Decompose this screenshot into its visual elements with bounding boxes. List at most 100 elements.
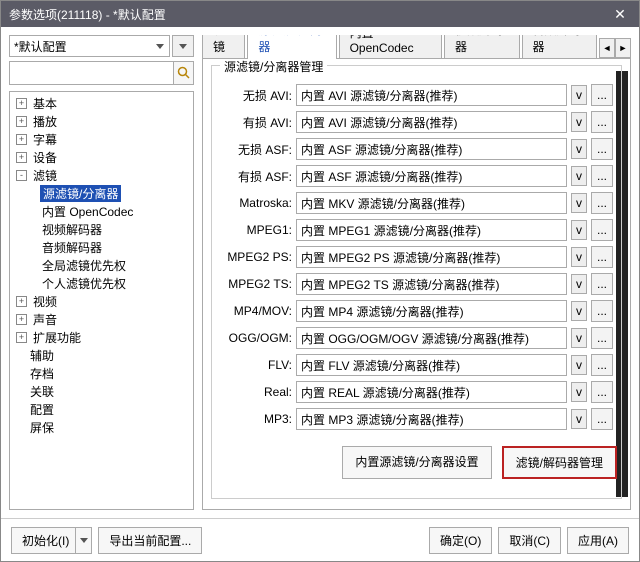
tree-item[interactable]: -滤镜 <box>10 166 193 184</box>
chevron-down-icon[interactable]: v <box>571 166 587 186</box>
tree-item-label: 全局滤镜优先权 <box>40 257 128 274</box>
config-select[interactable]: *默认配置 <box>9 35 170 57</box>
filter-select[interactable]: 内置 MP4 源滤镜/分离器(推荐) <box>296 300 567 322</box>
expand-icon[interactable]: + <box>16 98 27 109</box>
chevron-down-icon[interactable]: v <box>571 328 587 348</box>
filter-decoder-mgmt-button[interactable]: 滤镜/解码器管理 <box>502 446 617 479</box>
more-button[interactable]: ... <box>591 300 613 322</box>
more-button[interactable]: ... <box>591 273 613 295</box>
tree-item[interactable]: 内置 OpenCodec <box>10 202 193 220</box>
tree-item[interactable]: +设备 <box>10 148 193 166</box>
more-button[interactable]: ... <box>591 84 613 106</box>
export-button[interactable]: 导出当前配置... <box>98 527 202 554</box>
tree-item[interactable]: 辅助 <box>10 346 193 364</box>
config-menu-button[interactable] <box>172 35 194 57</box>
tree-item[interactable]: 个人滤镜优先权 <box>10 274 193 292</box>
expand-icon[interactable]: + <box>16 116 27 127</box>
filter-select-value: 内置 MPEG2 PS 源滤镜/分离器(推荐) <box>301 249 500 266</box>
tab[interactable]: 内置 OpenCodec <box>339 35 442 58</box>
chevron-down-icon[interactable]: v <box>571 193 587 213</box>
chevron-down-icon[interactable]: v <box>571 139 587 159</box>
tree-item[interactable]: 配置 <box>10 400 193 418</box>
chevron-down-icon[interactable]: v <box>571 220 587 240</box>
more-button[interactable]: ... <box>591 165 613 187</box>
search-button[interactable] <box>174 61 194 85</box>
tree-item[interactable]: +声音 <box>10 310 193 328</box>
expand-icon[interactable]: + <box>16 314 27 325</box>
expand-icon[interactable]: + <box>16 296 27 307</box>
chevron-down-icon[interactable]: v <box>571 274 587 294</box>
row-label: Matroska: <box>220 196 292 210</box>
apply-button[interactable]: 应用(A) <box>567 527 629 554</box>
category-tree[interactable]: +基本+播放+字幕+设备-滤镜源滤镜/分离器内置 OpenCodec视频解码器音… <box>9 91 194 510</box>
tab[interactable]: 音频解码器 <box>522 35 597 58</box>
magnifier-icon <box>177 66 191 80</box>
more-button[interactable]: ... <box>591 219 613 241</box>
filter-row: 有损 AVI:内置 AVI 源滤镜/分离器(推荐)v... <box>220 111 613 133</box>
more-button[interactable]: ... <box>591 192 613 214</box>
ok-button[interactable]: 确定(O) <box>429 527 492 554</box>
init-button[interactable]: 初始化(I) <box>11 527 92 554</box>
window-title: 参数选项(211118) - *默认配置 <box>9 6 605 23</box>
tree-item[interactable]: 存档 <box>10 364 193 382</box>
chevron-down-icon[interactable]: v <box>571 382 587 402</box>
tab[interactable]: 滤镜 <box>202 35 245 58</box>
filter-select-value: 内置 ASF 源滤镜/分离器(推荐) <box>301 168 462 185</box>
tree-item-label: 配置 <box>28 401 56 418</box>
tab[interactable]: 视频解码器 <box>444 35 519 58</box>
chevron-down-icon[interactable]: v <box>571 409 587 429</box>
chevron-down-icon[interactable]: v <box>571 355 587 375</box>
tree-item[interactable]: 源滤镜/分离器 <box>10 184 193 202</box>
tree-item[interactable]: 屏保 <box>10 418 193 436</box>
cancel-button[interactable]: 取消(C) <box>498 527 561 554</box>
expand-icon[interactable]: + <box>16 134 27 145</box>
tab-bar: 滤镜源滤镜/分离器内置 OpenCodec视频解码器音频解码器 ◄ ► <box>202 35 631 59</box>
collapse-icon[interactable]: - <box>16 170 27 181</box>
expand-icon[interactable]: + <box>16 152 27 163</box>
tab-next-button[interactable]: ► <box>615 38 631 58</box>
tree-item[interactable]: + 扩展功能 <box>10 328 193 346</box>
more-button[interactable]: ... <box>591 327 613 349</box>
more-button[interactable]: ... <box>591 381 613 403</box>
tree-item-label: 滤镜 <box>31 167 59 184</box>
filter-select[interactable]: 内置 ASF 源滤镜/分离器(推荐) <box>296 165 567 187</box>
search-input[interactable] <box>9 61 174 85</box>
filter-select[interactable]: 内置 MPEG2 TS 源滤镜/分离器(推荐) <box>296 273 567 295</box>
tree-item-label: 内置 OpenCodec <box>40 203 135 220</box>
tab-prev-button[interactable]: ◄ <box>599 38 615 58</box>
filter-select[interactable]: 内置 MP3 源滤镜/分离器(推荐) <box>296 408 567 430</box>
tree-item-label: 扩展功能 <box>31 329 83 346</box>
tree-item[interactable]: +视频 <box>10 292 193 310</box>
more-button[interactable]: ... <box>591 408 613 430</box>
tree-item[interactable]: 关联 <box>10 382 193 400</box>
tree-item[interactable]: 全局滤镜优先权 <box>10 256 193 274</box>
chevron-down-icon[interactable]: v <box>571 247 587 267</box>
tree-item[interactable]: +播放 <box>10 112 193 130</box>
more-button[interactable]: ... <box>591 246 613 268</box>
filter-select[interactable]: 内置 ASF 源滤镜/分离器(推荐) <box>296 138 567 160</box>
filter-select[interactable]: 内置 AVI 源滤镜/分离器(推荐) <box>296 84 567 106</box>
filter-row: FLV:内置 FLV 源滤镜/分离器(推荐)v... <box>220 354 613 376</box>
more-button[interactable]: ... <box>591 138 613 160</box>
tab[interactable]: 源滤镜/分离器 <box>247 35 336 59</box>
more-button[interactable]: ... <box>591 111 613 133</box>
filter-select[interactable]: 内置 OGG/OGM/OGV 源滤镜/分离器(推荐) <box>296 327 567 349</box>
inner-settings-button[interactable]: 内置源滤镜/分离器设置 <box>342 446 491 479</box>
chevron-down-icon[interactable]: v <box>571 85 587 105</box>
filter-select[interactable]: 内置 FLV 源滤镜/分离器(推荐) <box>296 354 567 376</box>
filter-select[interactable]: 内置 AVI 源滤镜/分离器(推荐) <box>296 111 567 133</box>
tree-item[interactable]: +基本 <box>10 94 193 112</box>
filter-select[interactable]: 内置 MPEG1 源滤镜/分离器(推荐) <box>296 219 567 241</box>
close-icon[interactable]: ✕ <box>605 4 635 24</box>
expand-icon[interactable]: + <box>16 332 27 343</box>
filter-select[interactable]: 内置 MKV 源滤镜/分离器(推荐) <box>296 192 567 214</box>
filter-select[interactable]: 内置 MPEG2 PS 源滤镜/分离器(推荐) <box>296 246 567 268</box>
tree-item[interactable]: 视频解码器 <box>10 220 193 238</box>
chevron-down-icon[interactable]: v <box>571 112 587 132</box>
tree-item-label: 视频解码器 <box>40 221 104 238</box>
tree-item[interactable]: +字幕 <box>10 130 193 148</box>
filter-select[interactable]: 内置 REAL 源滤镜/分离器(推荐) <box>296 381 567 403</box>
chevron-down-icon[interactable]: v <box>571 301 587 321</box>
more-button[interactable]: ... <box>591 354 613 376</box>
tree-item[interactable]: 音频解码器 <box>10 238 193 256</box>
